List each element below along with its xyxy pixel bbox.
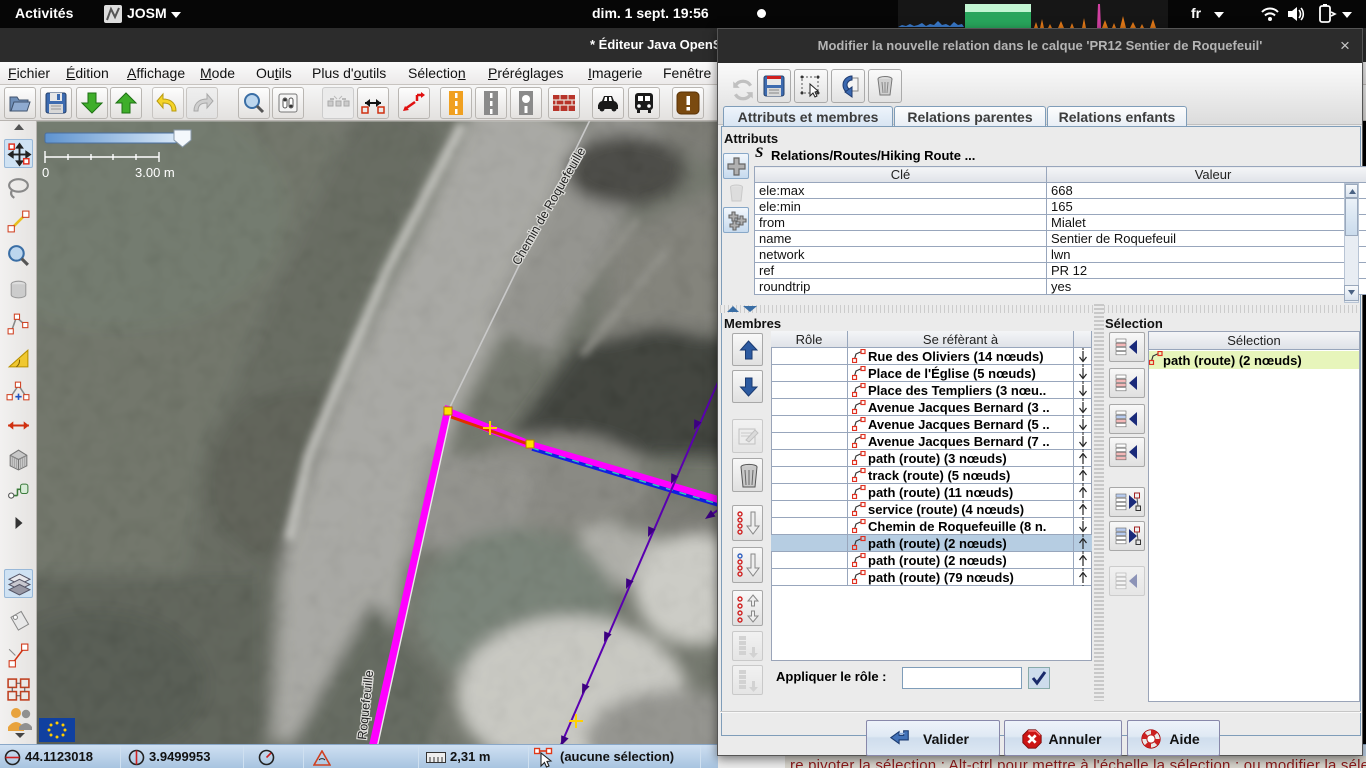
- svg-text:0: 0: [42, 165, 49, 180]
- svg-text:3.00 m: 3.00 m: [135, 165, 175, 180]
